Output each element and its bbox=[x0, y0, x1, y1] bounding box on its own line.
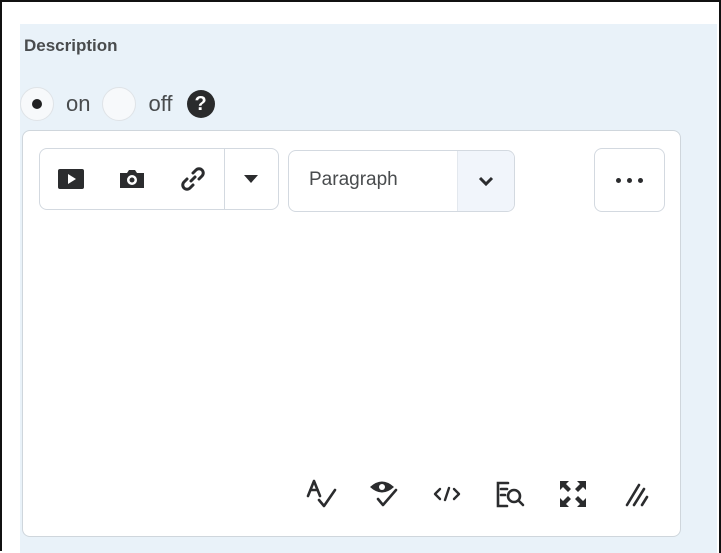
source-code-button[interactable] bbox=[429, 476, 465, 512]
more-horizontal-icon-dot bbox=[638, 177, 643, 183]
help-icon[interactable]: ? bbox=[186, 90, 215, 118]
caret-down-icon bbox=[244, 175, 259, 183]
more-actions-button[interactable] bbox=[594, 148, 665, 212]
insert-image-button[interactable] bbox=[101, 149, 162, 209]
description-toggle: on off ? bbox=[20, 85, 215, 123]
radio-off-label[interactable]: off bbox=[148, 91, 172, 117]
more-insert-dropdown[interactable] bbox=[223, 149, 278, 209]
more-horizontal-icon-dot bbox=[627, 177, 632, 183]
rich-text-editor: Paragraph bbox=[22, 130, 681, 537]
video-icon bbox=[57, 168, 84, 190]
insert-link-button[interactable] bbox=[162, 149, 223, 209]
fullscreen-button[interactable] bbox=[555, 476, 591, 512]
insert-video-button[interactable] bbox=[40, 149, 101, 209]
block-format-caret[interactable] bbox=[457, 151, 514, 211]
editor-status-bar bbox=[303, 476, 654, 512]
resize-handle[interactable] bbox=[618, 476, 654, 512]
spellcheck-button[interactable] bbox=[303, 476, 339, 512]
resize-icon bbox=[623, 481, 649, 507]
camera-icon bbox=[118, 168, 146, 190]
insert-toolbar-group bbox=[39, 148, 279, 210]
preview-icon bbox=[495, 479, 525, 509]
accessibility-icon bbox=[368, 478, 400, 510]
radio-selected-dot bbox=[32, 99, 42, 109]
fullscreen-icon bbox=[558, 479, 588, 509]
preview-button[interactable] bbox=[492, 476, 528, 512]
radio-off[interactable] bbox=[102, 87, 137, 121]
link-icon bbox=[180, 166, 206, 192]
chevron-down-icon bbox=[478, 176, 494, 186]
description-label: Description bbox=[24, 36, 118, 55]
more-horizontal-icon-dot bbox=[616, 177, 621, 183]
block-format-select[interactable]: Paragraph bbox=[288, 150, 515, 212]
source-code-icon bbox=[433, 486, 461, 502]
spellcheck-icon bbox=[305, 478, 337, 510]
editor-content-area[interactable] bbox=[33, 223, 670, 453]
accessibility-check-button[interactable] bbox=[366, 476, 402, 512]
block-format-value: Paragraph bbox=[309, 169, 398, 190]
radio-on-label[interactable]: on bbox=[66, 91, 90, 117]
radio-on[interactable] bbox=[20, 87, 54, 121]
